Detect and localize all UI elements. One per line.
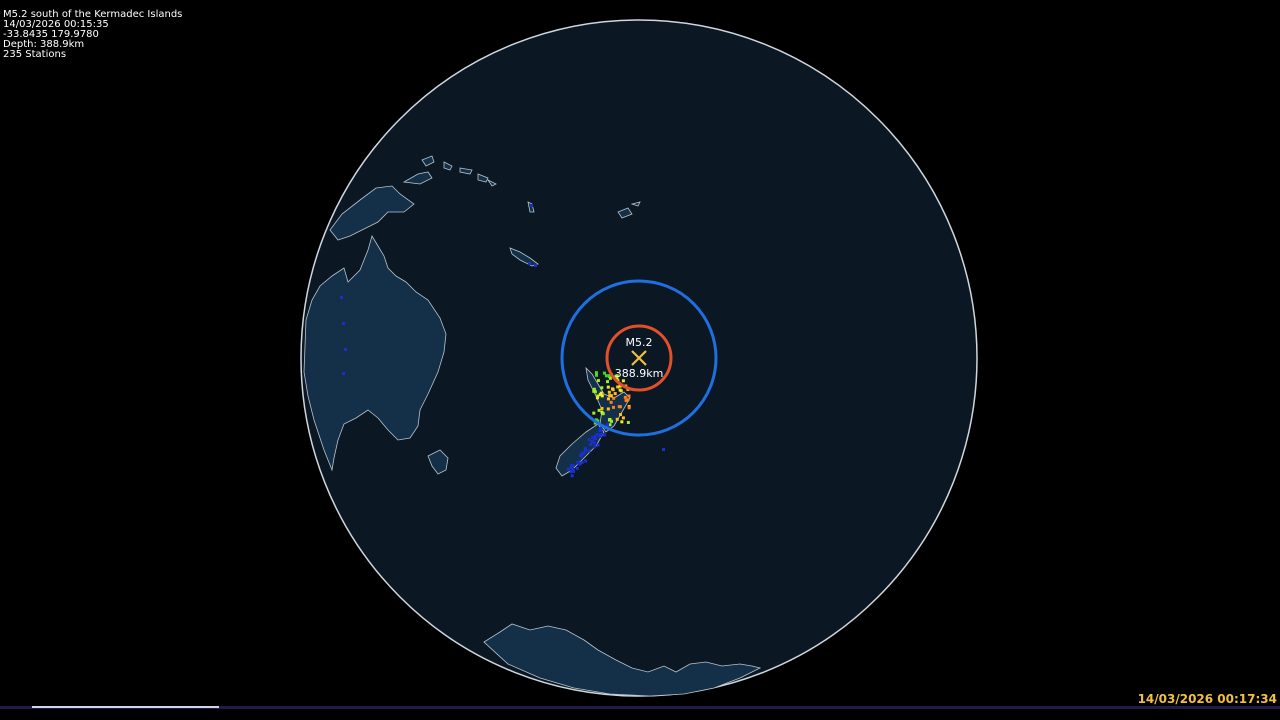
station-marker — [599, 391, 603, 395]
station-marker — [623, 395, 627, 399]
station-marker — [589, 442, 593, 446]
station-marker — [626, 398, 630, 402]
station-marker — [606, 397, 610, 401]
station-marker — [627, 394, 631, 398]
station-marker — [594, 371, 598, 375]
station-marker — [593, 445, 597, 449]
event-stations: 235 Stations — [3, 49, 67, 60]
station-marker — [528, 262, 531, 265]
timeline-progress — [32, 706, 220, 708]
station-marker — [662, 448, 665, 451]
station-marker — [592, 411, 596, 415]
station-marker — [593, 390, 597, 394]
station-marker — [620, 420, 624, 424]
station-marker — [606, 422, 610, 426]
station-marker — [344, 348, 347, 351]
station-marker — [580, 460, 584, 464]
station-marker — [590, 439, 594, 443]
station-marker — [606, 380, 610, 384]
station-marker — [606, 407, 610, 411]
station-marker — [617, 405, 621, 409]
station-marker — [594, 373, 598, 377]
station-marker — [587, 438, 591, 442]
station-marker — [584, 459, 588, 463]
station-marker — [595, 396, 599, 400]
station-marker — [609, 400, 613, 404]
station-marker — [569, 466, 573, 470]
station-marker — [601, 412, 605, 416]
station-marker — [577, 460, 581, 464]
station-marker — [575, 466, 579, 470]
station-marker — [607, 390, 611, 394]
seismic-map-view: M5.2 388.9km M5.2 south of the Kermadec … — [0, 0, 1280, 720]
station-marker — [610, 387, 614, 391]
station-marker — [579, 454, 583, 458]
station-marker — [597, 408, 601, 412]
station-marker — [593, 435, 597, 439]
globe-map: M5.2 388.9km — [300, 19, 978, 697]
depth-label: 388.9km — [615, 367, 664, 380]
timeline-bar[interactable] — [0, 706, 1280, 709]
station-marker — [608, 376, 612, 380]
station-marker — [596, 443, 600, 447]
station-marker — [566, 467, 570, 471]
station-marker — [608, 394, 612, 398]
station-marker — [600, 406, 604, 410]
station-marker — [612, 396, 616, 400]
station-marker — [607, 418, 611, 422]
station-marker — [583, 447, 587, 451]
station-marker — [613, 392, 617, 396]
station-marker — [340, 296, 343, 299]
station-marker — [596, 379, 600, 383]
station-marker — [570, 474, 574, 478]
station-marker — [603, 433, 607, 437]
current-time-clock: 14/03/2026 00:17:34 — [1137, 692, 1277, 706]
station-marker — [342, 322, 345, 325]
station-marker — [534, 264, 537, 267]
station-marker — [615, 417, 619, 421]
station-marker — [598, 434, 602, 438]
station-marker — [626, 420, 630, 424]
station-marker — [569, 470, 573, 474]
station-marker — [621, 416, 625, 420]
station-marker — [600, 386, 604, 390]
station-marker — [627, 406, 631, 410]
station-marker — [618, 388, 622, 392]
station-marker — [602, 371, 606, 375]
magnitude-label: M5.2 — [626, 336, 653, 349]
station-marker — [587, 449, 591, 453]
station-marker — [604, 374, 608, 378]
station-marker — [599, 428, 603, 432]
event-info-panel: M5.2 south of the Kermadec Islands 14/03… — [3, 10, 182, 60]
station-marker — [611, 405, 615, 409]
station-marker — [619, 413, 623, 417]
station-marker — [342, 372, 345, 375]
station-marker — [530, 204, 533, 207]
station-marker — [606, 385, 610, 389]
